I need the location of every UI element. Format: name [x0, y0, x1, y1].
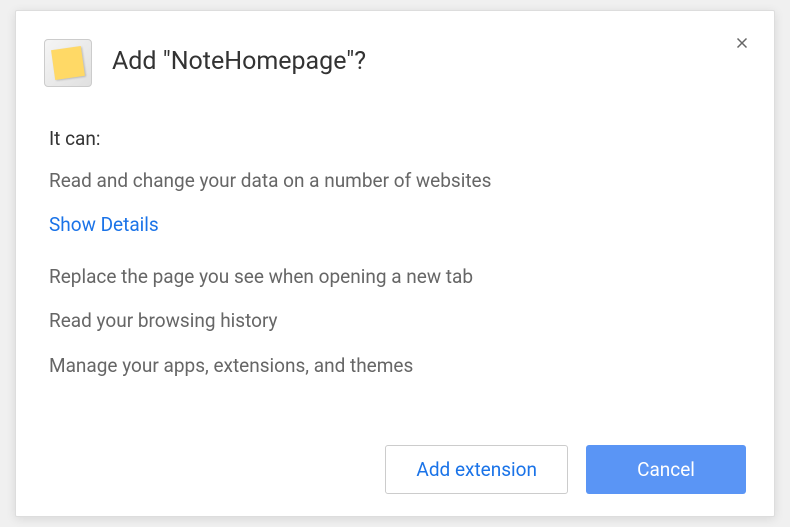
cancel-button[interactable]: Cancel — [586, 445, 746, 494]
permission-item: Read and change your data on a number of… — [49, 168, 746, 195]
dialog-buttons: Add extension Cancel — [44, 445, 746, 494]
dialog-header: Add "NoteHomepage"? — [44, 39, 746, 87]
close-icon — [733, 34, 751, 52]
permission-item: Manage your apps, extensions, and themes — [49, 353, 746, 380]
extension-icon — [44, 39, 92, 87]
permissions-section: It can: Read and change your data on a n… — [49, 127, 746, 445]
close-button[interactable] — [730, 31, 754, 55]
add-extension-button[interactable]: Add extension — [385, 445, 568, 494]
permission-item: Replace the page you see when opening a … — [49, 264, 746, 291]
extension-install-dialog: Add "NoteHomepage"? It can: Read and cha… — [15, 10, 775, 517]
permissions-intro: It can: — [49, 127, 746, 150]
permission-item: Read your browsing history — [49, 308, 746, 335]
show-details-link[interactable]: Show Details — [49, 213, 159, 236]
dialog-title: Add "NoteHomepage"? — [112, 47, 366, 76]
note-icon — [51, 46, 85, 80]
